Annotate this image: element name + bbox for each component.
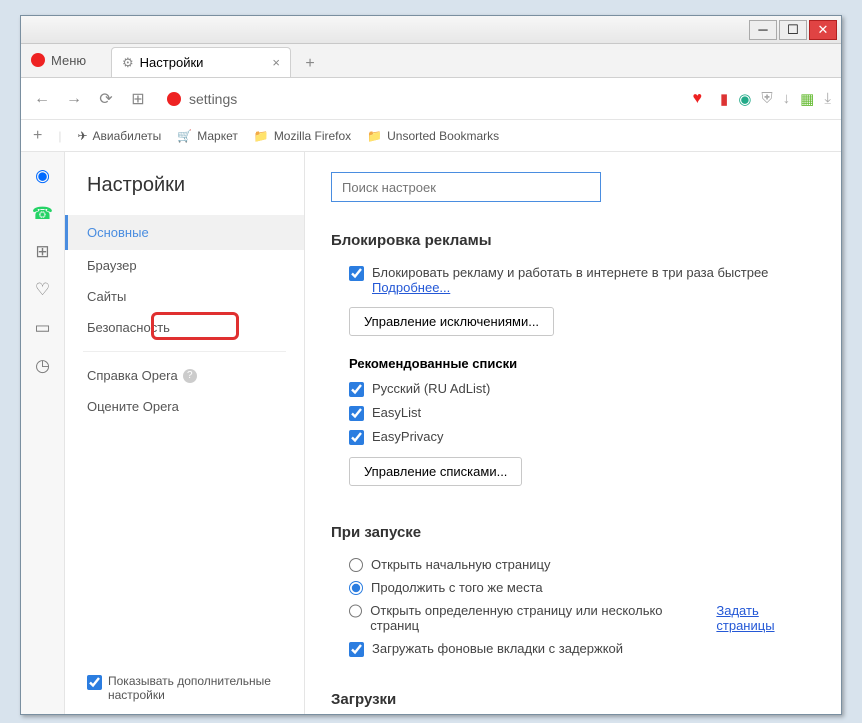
section-title: Загрузки [331, 691, 815, 708]
bookmark-folder[interactable]: 📁Mozilla Firefox [254, 129, 351, 143]
plane-icon: ✈ [77, 129, 87, 143]
sidebar-item-security[interactable]: Безопасность [65, 312, 304, 343]
opera-icon [167, 92, 181, 106]
bookmarks-bar: + | ✈Авиабилеты 🛒Маркет 📁Mozilla Firefox… [21, 120, 841, 152]
download-icon[interactable]: ↓ [783, 90, 791, 107]
add-bookmark-button[interactable]: + [33, 127, 42, 145]
show-advanced-checkbox[interactable]: Показывать дополнительные настройки [87, 674, 278, 702]
startup-radio-pages[interactable] [349, 604, 362, 618]
folder-icon: 📁 [367, 129, 382, 143]
opera-menu[interactable]: Меню [21, 43, 111, 77]
speed-dial-icon[interactable]: ⊞ [35, 242, 49, 262]
close-tab-icon[interactable]: × [272, 55, 280, 70]
gear-icon: ⚙ [122, 55, 134, 71]
section-adblock: Блокировка рекламы Блокировать рекламу и… [331, 232, 815, 494]
tab-bar: Меню ⚙ Настройки × + [21, 44, 841, 78]
sidebar-help[interactable]: Справка Opera ? [65, 360, 304, 391]
bookmark-item[interactable]: ✈Авиабилеты [77, 129, 161, 143]
news-icon[interactable]: ▭ [34, 318, 50, 338]
history-icon[interactable]: ◷ [35, 356, 50, 376]
section-title: При запуске [331, 524, 815, 541]
address-bar: ← → ⟳ ⊞ ♥ ▮ ◉ ⛨ ↓ ▦ ⤓ [21, 78, 841, 120]
menu-label: Меню [51, 53, 86, 68]
bookmark-item[interactable]: 🛒Маркет [177, 129, 238, 143]
extension-icon[interactable]: ▮ [720, 90, 728, 108]
whatsapp-icon[interactable]: ☎ [32, 204, 53, 224]
extension-icon[interactable]: ⛨ [761, 90, 772, 107]
startup-radio-startpage[interactable] [349, 558, 363, 572]
section-downloads: Загрузки Папка загрузки: Изменить... [331, 691, 815, 714]
tab-settings[interactable]: ⚙ Настройки × [111, 47, 291, 77]
extension-icon[interactable]: ▦ [800, 90, 814, 108]
section-title: Блокировка рекламы [331, 232, 815, 249]
question-icon: ? [183, 369, 197, 383]
speed-dial-icon[interactable]: ⊞ [127, 88, 149, 110]
block-ads-checkbox[interactable] [349, 266, 364, 281]
url-input[interactable] [189, 91, 685, 107]
messenger-icon[interactable]: ◉ [35, 166, 50, 186]
checkbox[interactable] [87, 675, 102, 690]
manage-exceptions-button[interactable]: Управление исключениями... [349, 307, 554, 336]
left-rail: ◉ ☎ ⊞ ♡ ▭ ◷ [21, 152, 65, 714]
search-settings-input[interactable] [331, 172, 601, 202]
toolbar-extensions: ▮ ◉ ⛨ ↓ ▦ ⤓ [720, 90, 831, 108]
folder-icon: 📁 [254, 129, 269, 143]
tab-title: Настройки [140, 55, 204, 70]
list-checkbox[interactable] [349, 430, 364, 445]
set-pages-link[interactable]: Задать страницы [716, 603, 815, 633]
opera-icon [31, 53, 45, 67]
delay-tabs-checkbox[interactable] [349, 642, 364, 657]
list-checkbox[interactable] [349, 406, 364, 421]
settings-content: Блокировка рекламы Блокировать рекламу и… [305, 152, 841, 714]
main-area: ◉ ☎ ⊞ ♡ ▭ ◷ Настройки Основные Браузер С… [21, 152, 841, 714]
url-box[interactable]: ♥ [159, 86, 710, 112]
list-checkbox[interactable] [349, 382, 364, 397]
bookmark-folder[interactable]: 📁Unsorted Bookmarks [367, 129, 499, 143]
minimize-button[interactable]: ─ [749, 20, 777, 40]
reload-button[interactable]: ⟳ [95, 88, 117, 110]
page-title: Настройки [65, 174, 304, 215]
settings-sidebar: Настройки Основные Браузер Сайты Безопас… [65, 152, 305, 714]
sidebar-item-browser[interactable]: Браузер [65, 250, 304, 281]
sidebar-rate[interactable]: Оцените Opera [65, 391, 304, 422]
section-startup: При запуске Открыть начальную страницу П… [331, 524, 815, 661]
sidebar-item-sites[interactable]: Сайты [65, 281, 304, 312]
app-window: ─ ☐ ✕ Меню ⚙ Настройки × + ← → ⟳ ⊞ ♥ ▮ ◉… [20, 15, 842, 715]
close-window-button[interactable]: ✕ [809, 20, 837, 40]
bookmark-heart-icon[interactable]: ♥ [693, 90, 703, 108]
titlebar: ─ ☐ ✕ [21, 16, 841, 44]
back-button[interactable]: ← [31, 88, 53, 110]
recommended-lists-heading: Рекомендованные списки [349, 356, 815, 371]
manage-lists-button[interactable]: Управление списками... [349, 457, 522, 486]
download-icon[interactable]: ⤓ [824, 90, 831, 107]
extension-icon[interactable]: ◉ [738, 90, 751, 108]
maximize-button[interactable]: ☐ [779, 20, 807, 40]
sidebar-cat-main[interactable]: Основные [65, 215, 304, 250]
cart-icon: 🛒 [177, 129, 192, 143]
heart-icon[interactable]: ♡ [35, 280, 50, 300]
startup-radio-continue[interactable] [349, 581, 363, 595]
new-tab-button[interactable]: + [297, 51, 323, 77]
forward-button[interactable]: → [63, 88, 85, 110]
learn-more-link[interactable]: Подробнее... [372, 280, 450, 295]
